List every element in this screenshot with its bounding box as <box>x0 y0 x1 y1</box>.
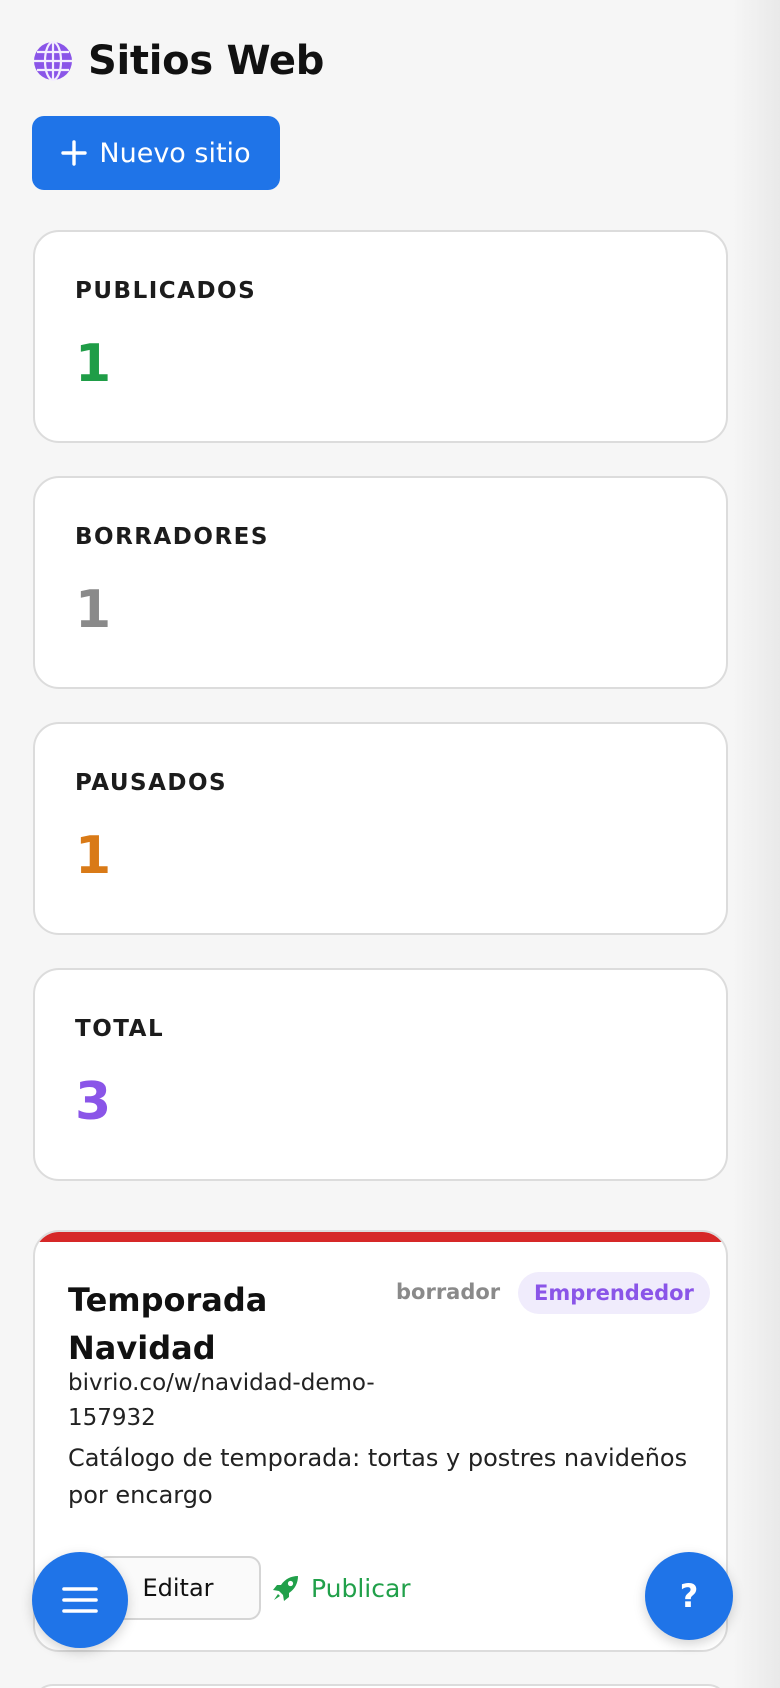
status-badge: borrador <box>396 1280 501 1304</box>
new-site-button[interactable]: Nuevo sitio <box>32 116 280 190</box>
site-url[interactable]: bivrio.co/w/navidad-demo-157932 <box>68 1366 398 1436</box>
stat-label: TOTAL <box>75 1016 165 1042</box>
stat-label: PAUSADOS <box>75 770 228 796</box>
menu-fab-button[interactable] <box>32 1552 128 1648</box>
plus-icon <box>61 140 88 166</box>
help-label: ? <box>679 1577 699 1615</box>
stat-label: PUBLICADOS <box>75 278 257 304</box>
stat-card-published: PUBLICADOS 1 <box>33 230 728 443</box>
new-site-label: Nuevo sitio <box>99 137 251 169</box>
stat-card-paused: PAUSADOS 1 <box>33 722 728 935</box>
stat-value: 1 <box>75 334 112 394</box>
plan-badge: Emprendedor <box>518 1272 710 1314</box>
publish-label: Publicar <box>311 1573 411 1603</box>
help-fab-button[interactable]: ? <box>645 1552 733 1640</box>
globe-icon <box>34 40 72 82</box>
site-description: Catálogo de temporada: tortas y postres … <box>68 1444 688 1509</box>
stat-card-drafts: BORRADORES 1 <box>33 476 728 689</box>
edge-shadow <box>732 0 780 1688</box>
site-card[interactable]: Temporada Navidad borrador Emprendedor b… <box>33 1230 728 1652</box>
stat-card-total: TOTAL 3 <box>33 968 728 1181</box>
hamburger-menu-icon <box>62 1587 98 1613</box>
stat-value: 1 <box>75 826 112 886</box>
page-title: Sitios Web <box>88 38 325 84</box>
page: Sitios Web Nuevo sitio PUBLICADOS 1 BORR… <box>0 0 780 1688</box>
page-header: Sitios Web <box>32 38 324 84</box>
publish-button[interactable]: Publicar <box>271 1556 411 1620</box>
site-title[interactable]: Temporada Navidad <box>68 1276 368 1372</box>
stat-label: BORRADORES <box>75 524 269 550</box>
edit-label: Editar <box>142 1574 214 1602</box>
rocket-icon <box>273 1576 298 1601</box>
stat-value: 3 <box>75 1072 112 1132</box>
site-status-accent-bar <box>35 1232 726 1242</box>
stat-value: 1 <box>75 580 112 640</box>
site-card-next[interactable] <box>33 1684 728 1688</box>
